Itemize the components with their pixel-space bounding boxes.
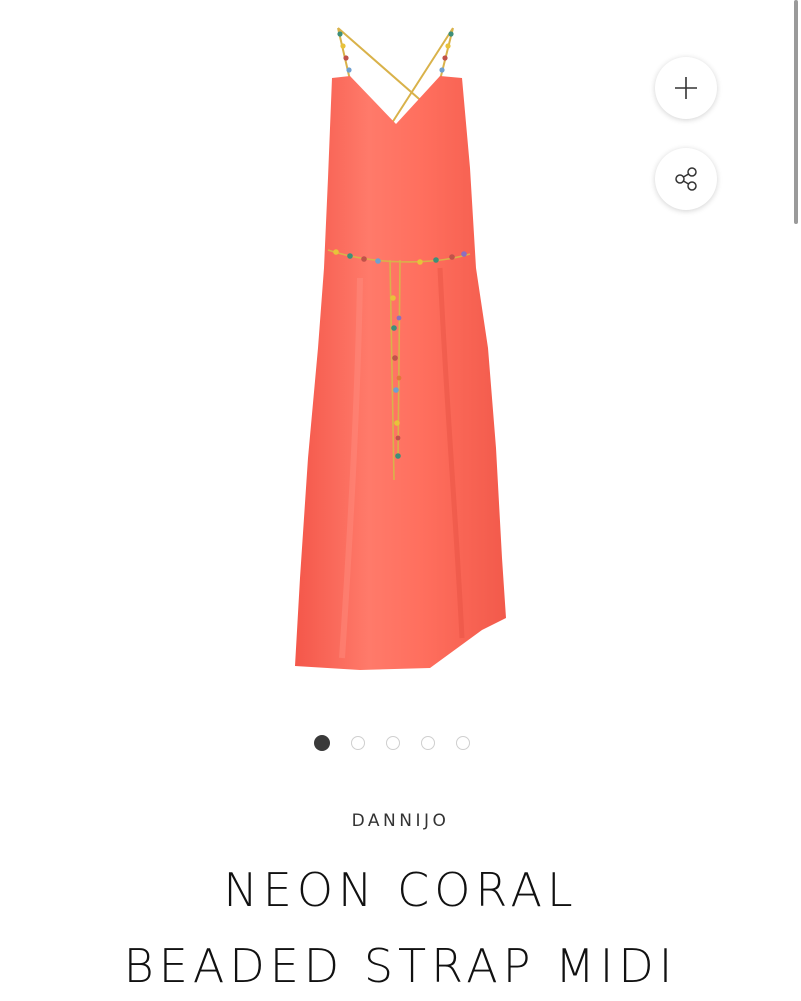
brand-name[interactable]: DANNIJO <box>0 811 801 831</box>
product-title-line-1: NEON CORAL <box>223 863 578 917</box>
share-icon <box>675 167 697 191</box>
image-carousel-indicators <box>314 735 470 751</box>
carousel-dot[interactable] <box>314 735 330 751</box>
product-title-line-2: BEADED STRAP MIDI <box>123 939 678 993</box>
carousel-dot[interactable] <box>421 736 435 750</box>
product-image[interactable] <box>250 18 550 682</box>
page-scrollbar[interactable] <box>794 0 798 224</box>
add-to-wishlist-button[interactable] <box>655 57 717 119</box>
carousel-dot[interactable] <box>456 736 470 750</box>
carousel-dot[interactable] <box>351 736 365 750</box>
plus-icon <box>675 77 697 99</box>
share-button[interactable] <box>655 148 717 210</box>
product-title: NEON CORAL BEADED STRAP MIDI <box>0 852 801 1001</box>
carousel-dot[interactable] <box>386 736 400 750</box>
